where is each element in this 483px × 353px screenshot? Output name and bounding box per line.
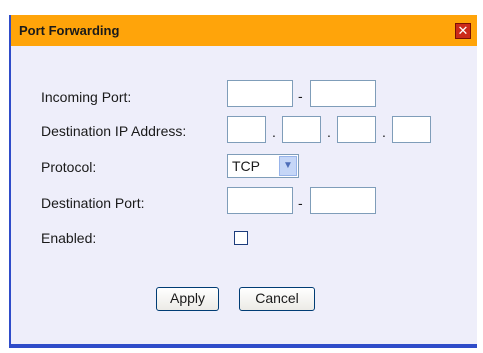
ip-octet-4-input[interactable] [392, 116, 431, 143]
ip-octet-1-input[interactable] [227, 116, 266, 143]
close-button[interactable]: ✕ [455, 23, 471, 39]
chevron-down-icon[interactable]: ▼ [279, 156, 297, 176]
incoming-port-end-input[interactable] [310, 80, 376, 107]
ip-separator-1: . [272, 124, 276, 140]
dialog-title: Port Forwarding [19, 23, 120, 38]
destination-port-start-input[interactable] [227, 187, 293, 214]
destination-port-range-separator: - [298, 195, 303, 211]
destination-ip-label: Destination IP Address: [41, 123, 187, 139]
close-icon: ✕ [457, 23, 469, 38]
ip-separator-2: . [327, 124, 331, 140]
destination-port-end-input[interactable] [310, 187, 376, 214]
incoming-port-start-input[interactable] [227, 80, 293, 107]
destination-port-label: Destination Port: [41, 195, 145, 211]
protocol-select[interactable]: TCP ▼ [227, 154, 299, 178]
incoming-port-range-separator: - [298, 88, 303, 104]
enabled-label: Enabled: [41, 230, 97, 246]
incoming-port-label: Incoming Port: [41, 89, 132, 105]
ip-octet-2-input[interactable] [282, 116, 321, 143]
dialog-titlebar: Port Forwarding ✕ [11, 15, 477, 46]
page: Port Forwarding ✕ Incoming Port: - Desti… [0, 0, 483, 353]
enabled-checkbox[interactable] [234, 231, 248, 245]
apply-button[interactable]: Apply [156, 287, 219, 311]
protocol-label: Protocol: [41, 159, 97, 175]
ip-octet-3-input[interactable] [337, 116, 376, 143]
protocol-selected-value: TCP [232, 158, 260, 174]
port-forwarding-dialog: Port Forwarding ✕ Incoming Port: - Desti… [9, 15, 477, 348]
ip-separator-3: . [382, 124, 386, 140]
cancel-button[interactable]: Cancel [239, 287, 315, 311]
